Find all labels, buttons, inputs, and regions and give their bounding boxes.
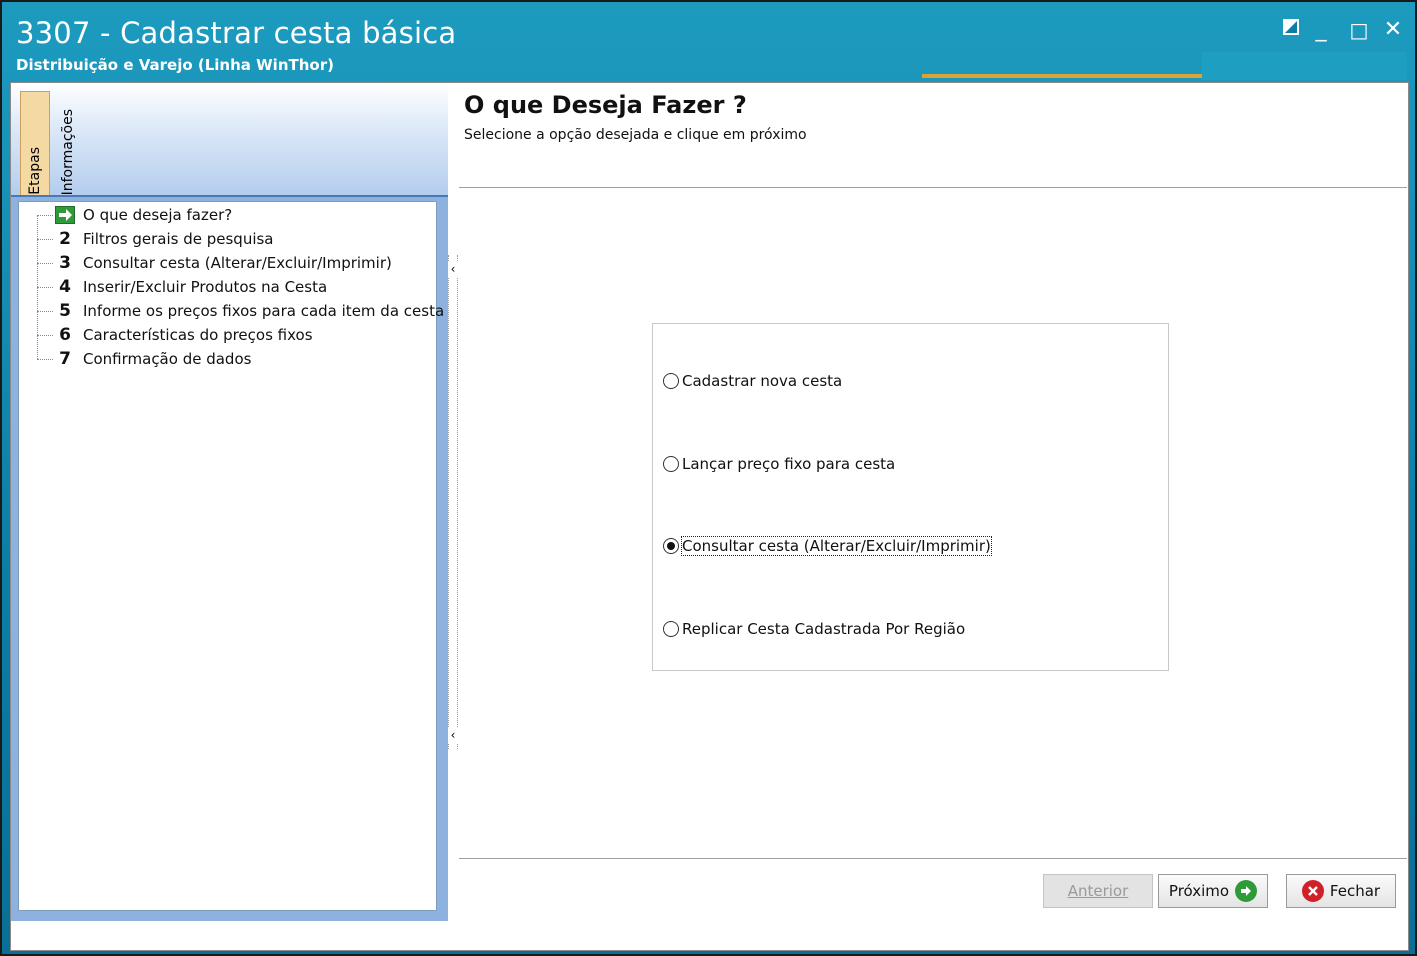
sidebar-tabs: Etapas Informações (11, 83, 448, 197)
tab-informacoes-label: Informações (60, 108, 76, 195)
step-number: 2 (59, 229, 71, 249)
wizard-sidebar: Etapas Informações O que deseja fazer? 2… (11, 83, 448, 921)
steps-tree: O que deseja fazer? 2 Filtros gerais de … (18, 201, 444, 911)
close-window-button[interactable]: ✕ (1381, 18, 1405, 42)
arrow-right-circle-icon (1235, 880, 1258, 902)
title-accent-line (922, 74, 1202, 78)
title-bar[interactable]: 3307 - Cadastrar cesta básica Distribuiç… (2, 2, 1415, 80)
title-accent-block (1202, 52, 1407, 80)
step-label: O que deseja fazer? (83, 206, 233, 224)
window-title: 3307 - Cadastrar cesta básica (16, 16, 457, 50)
step-item-5[interactable]: 5 Informe os preços fixos para cada item… (19, 300, 444, 322)
radio-button[interactable] (663, 621, 679, 637)
radio-button[interactable] (663, 456, 679, 472)
step-label: Informe os preços fixos para cada item d… (83, 302, 445, 320)
radio-button[interactable] (663, 373, 679, 389)
previous-button-label: Anterior (1067, 882, 1129, 900)
step-number: 4 (59, 277, 71, 297)
step-item-2[interactable]: 2 Filtros gerais de pesquisa (19, 228, 436, 250)
footer-divider (459, 858, 1407, 859)
option-label: Replicar Cesta Cadastrada Por Região (682, 620, 966, 638)
option-cadastrar-nova-cesta[interactable]: Cadastrar nova cesta (663, 372, 842, 390)
option-replicar-cesta[interactable]: Replicar Cesta Cadastrada Por Região (663, 620, 965, 638)
step-label: Inserir/Excluir Produtos na Cesta (83, 278, 328, 296)
step-number: 5 (59, 301, 71, 321)
tab-etapas[interactable]: Etapas (20, 91, 50, 195)
step-number: 3 (59, 253, 71, 273)
close-button[interactable]: Fechar (1286, 874, 1396, 908)
step-item-4[interactable]: 4 Inserir/Excluir Produtos na Cesta (19, 276, 436, 298)
step-label: Consultar cesta (Alterar/Excluir/Imprimi… (83, 254, 392, 272)
tab-informacoes[interactable]: Informações (53, 91, 83, 195)
step-item-7[interactable]: 7 Confirmação de dados (19, 348, 436, 370)
close-circle-icon (1301, 880, 1324, 902)
window-subtitle: Distribuição e Varejo (Linha WinThor) (16, 56, 334, 74)
header-divider (459, 187, 1407, 188)
app-window: 3307 - Cadastrar cesta básica Distribuiç… (0, 0, 1417, 956)
step-number: 6 (59, 325, 71, 345)
panel-splitter[interactable]: ‹ ‹ (448, 255, 458, 749)
restore-icon[interactable] (1279, 18, 1303, 42)
option-lancar-preco-fixo[interactable]: Lançar preço fixo para cesta (663, 455, 895, 473)
option-label: Cadastrar nova cesta (682, 372, 843, 390)
option-consultar-cesta[interactable]: Consultar cesta (Alterar/Excluir/Imprimi… (663, 536, 992, 556)
collapse-left-icon[interactable]: ‹ (448, 261, 458, 277)
step-number: 7 (59, 349, 71, 369)
close-button-label: Fechar (1329, 882, 1381, 900)
page-instructions: Selecione a opção desejada e clique em p… (464, 127, 807, 143)
tab-etapas-label: Etapas (27, 147, 43, 195)
step-label: Filtros gerais de pesquisa (83, 230, 274, 248)
radio-button-selected[interactable] (663, 538, 679, 554)
step-label: Características do preços fixos (83, 326, 313, 344)
step-label: Confirmação de dados (83, 350, 252, 368)
previous-button[interactable]: Anterior (1043, 874, 1153, 908)
option-label: Consultar cesta (Alterar/Excluir/Imprimi… (681, 536, 992, 556)
step-item-6[interactable]: 6 Características do preços fixos (19, 324, 436, 346)
options-group: Cadastrar nova cesta Lançar preço fixo p… (652, 323, 1169, 671)
client-area: Etapas Informações O que deseja fazer? 2… (10, 82, 1409, 951)
collapse-left-icon-bottom[interactable]: ‹ (448, 727, 458, 743)
step-item-1[interactable]: O que deseja fazer? (19, 204, 436, 226)
page-title: O que Deseja Fazer ? (464, 91, 747, 119)
maximize-button[interactable]: □ (1347, 18, 1371, 42)
option-label: Lançar preço fixo para cesta (682, 455, 896, 473)
next-button-label: Próximo (1168, 882, 1230, 900)
minimize-button[interactable]: _ (1309, 18, 1333, 42)
next-button[interactable]: Próximo (1158, 874, 1268, 908)
arrow-right-icon (55, 206, 75, 224)
step-item-3[interactable]: 3 Consultar cesta (Alterar/Excluir/Impri… (19, 252, 436, 274)
